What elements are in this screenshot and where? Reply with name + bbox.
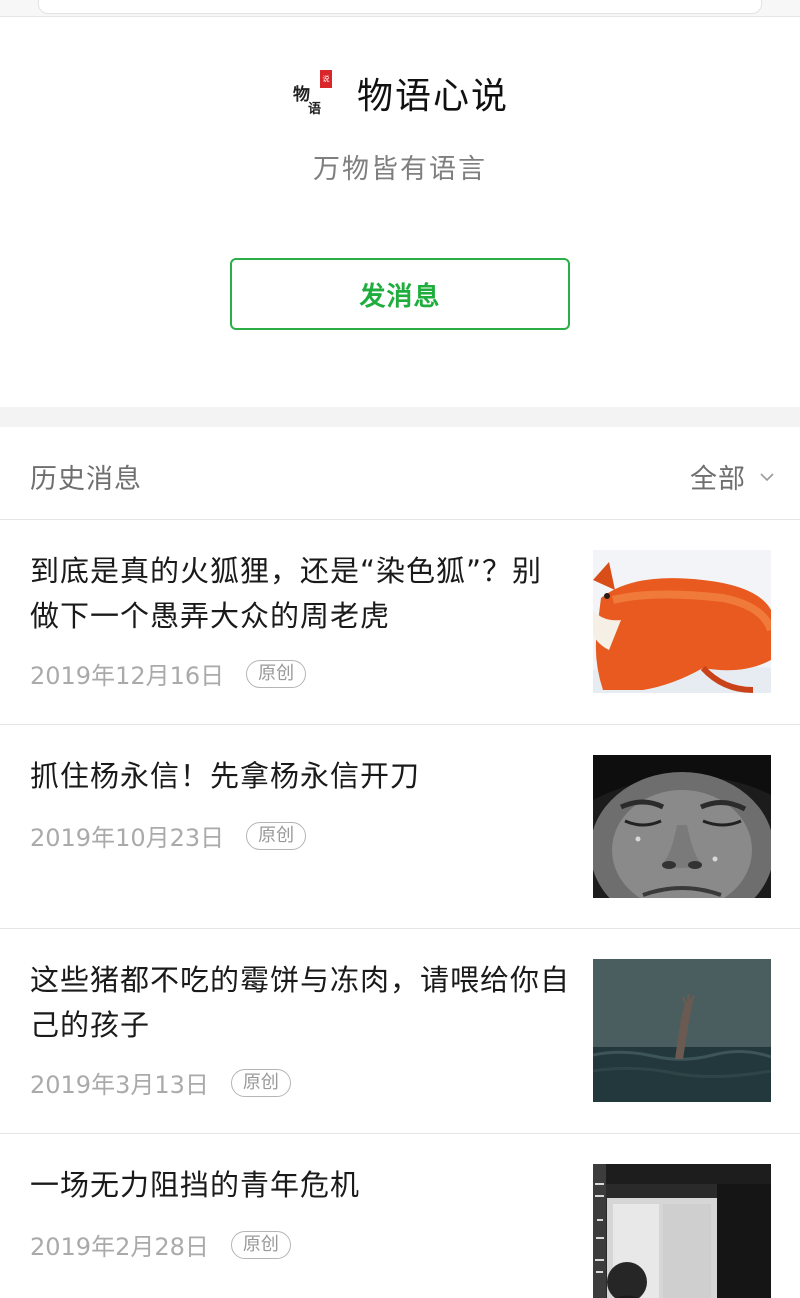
- article-thumbnail: [593, 1164, 771, 1298]
- article-item[interactable]: 这些猪都不吃的霉饼与冻肉，请喂给你自己的孩子 2019年3月13日 原创: [0, 929, 800, 1134]
- history-header: 历史消息 全部: [0, 427, 800, 520]
- section-divider: [0, 407, 800, 427]
- top-bar: [0, 0, 800, 17]
- history-title: 历史消息: [30, 464, 142, 495]
- search-bar[interactable]: [38, 0, 762, 14]
- article-title: 一场无力阻挡的青年危机: [30, 1168, 361, 1202]
- original-badge: 原创: [246, 821, 307, 850]
- article-thumbnail: [593, 550, 771, 693]
- article-date: 2019年12月16日: [30, 662, 225, 690]
- filter-label: 全部: [690, 464, 746, 495]
- account-title-row: 物 语 说 物语心说: [0, 67, 800, 119]
- logo-character: 语: [307, 102, 321, 117]
- logo-seal: 说: [319, 70, 332, 88]
- article-meta: 2019年3月13日 原创: [30, 1065, 291, 1100]
- article-item[interactable]: 抓住杨永信！先拿杨永信开刀 2019年10月23日 原创: [0, 725, 800, 929]
- original-badge: 原创: [230, 1230, 291, 1259]
- red-fox-image: [593, 550, 771, 693]
- original-badge: 原创: [246, 659, 307, 688]
- article-thumbnail: [593, 959, 771, 1102]
- article-date: 2019年3月13日: [30, 1071, 209, 1099]
- hand-in-sea-image: [593, 959, 771, 1102]
- article-title: 抓住杨永信！先拿杨永信开刀: [30, 759, 421, 793]
- article-meta: 2019年2月28日 原创: [30, 1227, 291, 1262]
- article-meta: 2019年10月23日 原创: [30, 818, 307, 853]
- page: 物 语 说 物语心说 万物皆有语言 发消息 历史消息 全部 到底是真的火狐狸，还…: [0, 0, 800, 1298]
- article-date: 2019年2月28日: [30, 1233, 209, 1261]
- article-date: 2019年10月23日: [30, 824, 225, 852]
- account-slogan: 万物皆有语言: [313, 154, 487, 185]
- account-profile: 物 语 说 物语心说 万物皆有语言 发消息: [0, 17, 800, 407]
- history-filter[interactable]: 全部: [690, 457, 774, 496]
- article-title: 这些猪都不吃的霉饼与冻肉，请喂给你自己的孩子: [30, 963, 571, 1042]
- article-item[interactable]: 到底是真的火狐狸，还是“染色狐”？别做下一个愚弄大众的周老虎 2019年12月1…: [0, 520, 800, 725]
- crying-boy-image: [593, 755, 771, 898]
- article-title: 到底是真的火狐狸，还是“染色狐”？别做下一个愚弄大众的周老虎: [30, 554, 543, 633]
- account-name: 物语心说: [356, 76, 509, 117]
- send-message-button[interactable]: 发消息: [230, 258, 570, 330]
- chevron-down-icon: [760, 472, 774, 481]
- original-badge: 原创: [230, 1068, 291, 1097]
- account-logo: 物 语 说: [291, 68, 337, 118]
- person-by-window-image: [593, 1164, 771, 1298]
- article-item[interactable]: 一场无力阻挡的青年危机 2019年2月28日 原创: [0, 1134, 800, 1298]
- article-meta: 2019年12月16日 原创: [30, 656, 307, 691]
- article-thumbnail: [593, 755, 771, 898]
